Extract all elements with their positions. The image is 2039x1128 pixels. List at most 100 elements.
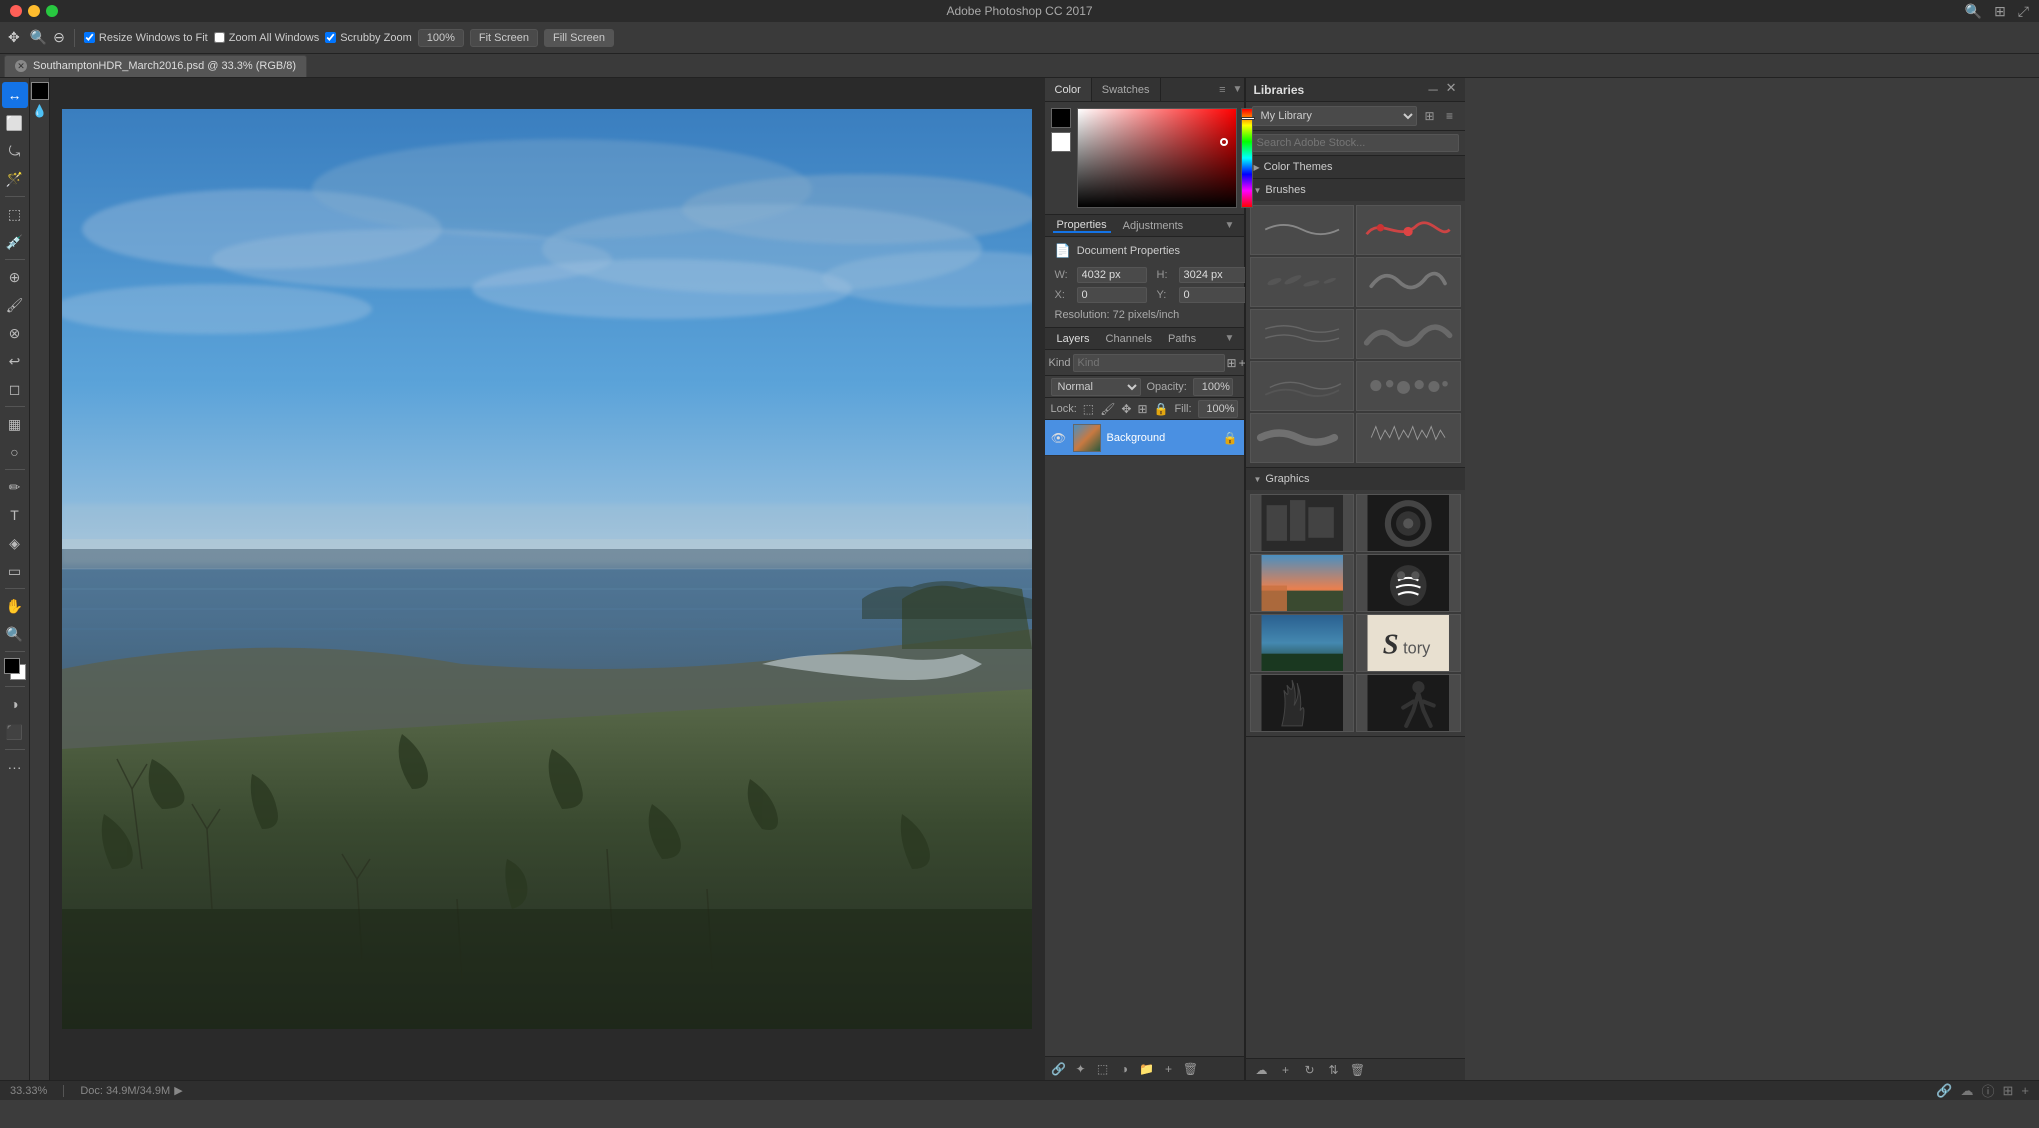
brush-cell-6[interactable] [1356, 309, 1461, 359]
library-scroll-area[interactable]: ▶ Color Themes ▼ Brushes [1246, 156, 1465, 1058]
maximize-button[interactable] [46, 5, 58, 17]
lib-grid-view-btn[interactable]: ⊞ [1421, 107, 1439, 125]
window-controls[interactable] [10, 5, 58, 17]
zoom-out-icon[interactable]: ⊖ [53, 29, 65, 46]
brush-cell-1[interactable] [1250, 205, 1355, 255]
height-input[interactable] [1179, 267, 1249, 283]
tab-adjustments[interactable]: Adjustments [1119, 220, 1188, 232]
canvas-area[interactable] [50, 78, 1045, 1080]
minimize-button[interactable] [28, 5, 40, 17]
tab-color[interactable]: Color [1045, 78, 1092, 101]
tab-swatches[interactable]: Swatches [1092, 78, 1161, 101]
lock-all-btn[interactable]: 🔒 [1154, 400, 1169, 418]
gfx-cell-3[interactable] [1250, 554, 1355, 612]
brush-cell-8[interactable] [1356, 361, 1461, 411]
gfx-cell-4[interactable] [1356, 554, 1461, 612]
crop-tool[interactable]: ⬚ [2, 201, 28, 227]
lib-trash-icon[interactable]: 🗑 [1350, 1062, 1366, 1078]
resize-windows-checkbox[interactable] [84, 32, 95, 43]
color-panel-menu-icon[interactable]: ≡ [1213, 84, 1231, 96]
library-select[interactable]: My Library [1252, 106, 1417, 126]
tab-layers[interactable]: Layers [1053, 333, 1094, 345]
quick-mask-tool[interactable]: ◑ [2, 691, 28, 717]
lock-image-btn[interactable]: 🖌 [1100, 400, 1115, 418]
layers-link-btn[interactable]: 🔗 [1051, 1061, 1067, 1077]
brush-cell-3[interactable] [1250, 257, 1355, 307]
lib-list-view-btn[interactable]: ≡ [1441, 107, 1459, 125]
layers-group-btn[interactable]: 📁 [1139, 1061, 1155, 1077]
fill-screen-button[interactable]: Fill Screen [544, 29, 614, 47]
foreground-color-swatch[interactable] [4, 658, 20, 674]
tab-properties[interactable]: Properties [1053, 219, 1111, 233]
zoom-all-checkbox[interactable] [214, 32, 225, 43]
eyedropper-tool[interactable]: 💉 [2, 229, 28, 255]
arrange-icon[interactable]: ⊞ [1994, 3, 2006, 20]
spot-heal-tool[interactable]: ⊕ [2, 264, 28, 290]
pen-tool[interactable]: ✏ [2, 474, 28, 500]
brush-cell-9[interactable] [1250, 413, 1355, 463]
gfx-cell-5[interactable] [1250, 614, 1355, 672]
libraries-minimize-icon[interactable]: － [1427, 80, 1440, 99]
text-tool[interactable]: T [2, 502, 28, 528]
history-brush-tool[interactable]: ↩ [2, 348, 28, 374]
hand-tool[interactable]: ✋ [2, 593, 28, 619]
color-swatch[interactable] [4, 658, 26, 680]
graphics-header[interactable]: ▼ Graphics [1246, 468, 1465, 490]
dodge-tool[interactable]: ○ [2, 439, 28, 465]
layers-fx-btn[interactable]: ✦ [1073, 1061, 1089, 1077]
x-input[interactable] [1077, 287, 1147, 303]
fit-screen-button[interactable]: Fit Screen [470, 29, 538, 47]
lib-add-icon[interactable]: + [1278, 1062, 1294, 1078]
brush-cell-2[interactable] [1356, 205, 1461, 255]
search-icon[interactable]: 🔍 [1965, 3, 1982, 20]
clone-stamp-tool[interactable]: ⊗ [2, 320, 28, 346]
close-button[interactable] [10, 5, 22, 17]
layers-tb-filter-icon[interactable]: ⊞ [1227, 353, 1237, 373]
marquee-tool[interactable]: ⬜ [2, 110, 28, 136]
layer-row-background[interactable]: 👁 Background 🔒 [1045, 420, 1244, 456]
layers-new-btn[interactable]: + [1161, 1061, 1177, 1077]
brush-cell-7[interactable] [1250, 361, 1355, 411]
status-cloud-icon[interactable]: ☁ [1960, 1083, 1973, 1099]
brush-cell-5[interactable] [1250, 309, 1355, 359]
lib-sync-icon[interactable]: ↻ [1302, 1062, 1318, 1078]
opacity-input[interactable] [1193, 378, 1233, 396]
layers-adj-btn[interactable]: ◑ [1117, 1061, 1133, 1077]
blend-mode-select[interactable]: Normal [1051, 378, 1141, 396]
status-arrow-icon[interactable]: ▶ [174, 1084, 182, 1097]
lock-artboard-btn[interactable]: ⊞ [1137, 400, 1147, 418]
brush-cell-10[interactable] [1356, 413, 1461, 463]
library-search-input[interactable] [1252, 134, 1459, 152]
y-input[interactable] [1179, 287, 1249, 303]
status-info-icon[interactable]: ⓘ [1981, 1081, 1994, 1100]
layers-panel-collapse-btn[interactable]: ▼ [1224, 333, 1236, 345]
foreground-swatch[interactable] [1051, 108, 1071, 128]
brushes-header[interactable]: ▼ Brushes [1246, 179, 1465, 201]
gfx-cell-7[interactable] [1250, 674, 1355, 732]
doc-tab-close[interactable]: ✕ [15, 60, 27, 72]
quick-select-tool[interactable]: 🪄 [2, 166, 28, 192]
gfx-cell-2[interactable] [1356, 494, 1461, 552]
libraries-close-icon[interactable]: ✕ [1446, 80, 1457, 99]
screen-mode-tool[interactable]: ⬛ [2, 719, 28, 745]
layers-mask-btn[interactable]: ⬚ [1095, 1061, 1111, 1077]
scrubby-zoom-checkbox[interactable] [325, 32, 336, 43]
status-grid-icon[interactable]: ⊞ [2003, 1083, 2014, 1099]
zoom-tool[interactable]: 🔍 [2, 621, 28, 647]
zoom-percent-button[interactable]: 100% [418, 29, 464, 47]
brush-tool[interactable]: 🖌 [2, 292, 28, 318]
tab-channels[interactable]: Channels [1102, 333, 1156, 345]
expand-icon[interactable]: ⤢ [2018, 3, 2029, 20]
document-tab[interactable]: ✕ SouthamptonHDR_March2016.psd @ 33.3% (… [4, 55, 307, 77]
extra-tools[interactable]: ··· [2, 754, 28, 780]
lib-sort-icon[interactable]: ⇅ [1326, 1062, 1342, 1078]
status-link-icon[interactable]: 🔗 [1936, 1083, 1952, 1099]
brush-cell-4[interactable] [1356, 257, 1461, 307]
move-tool[interactable]: ↔ [2, 82, 28, 108]
shape-tool[interactable]: ▭ [2, 558, 28, 584]
lib-cloud-icon[interactable]: ☁ [1254, 1062, 1270, 1078]
layers-delete-btn[interactable]: 🗑 [1183, 1061, 1199, 1077]
path-select-tool[interactable]: ◈ [2, 530, 28, 556]
zoom-in-icon[interactable]: 🔍 [30, 29, 47, 46]
fg-bg-colors[interactable] [31, 82, 49, 100]
